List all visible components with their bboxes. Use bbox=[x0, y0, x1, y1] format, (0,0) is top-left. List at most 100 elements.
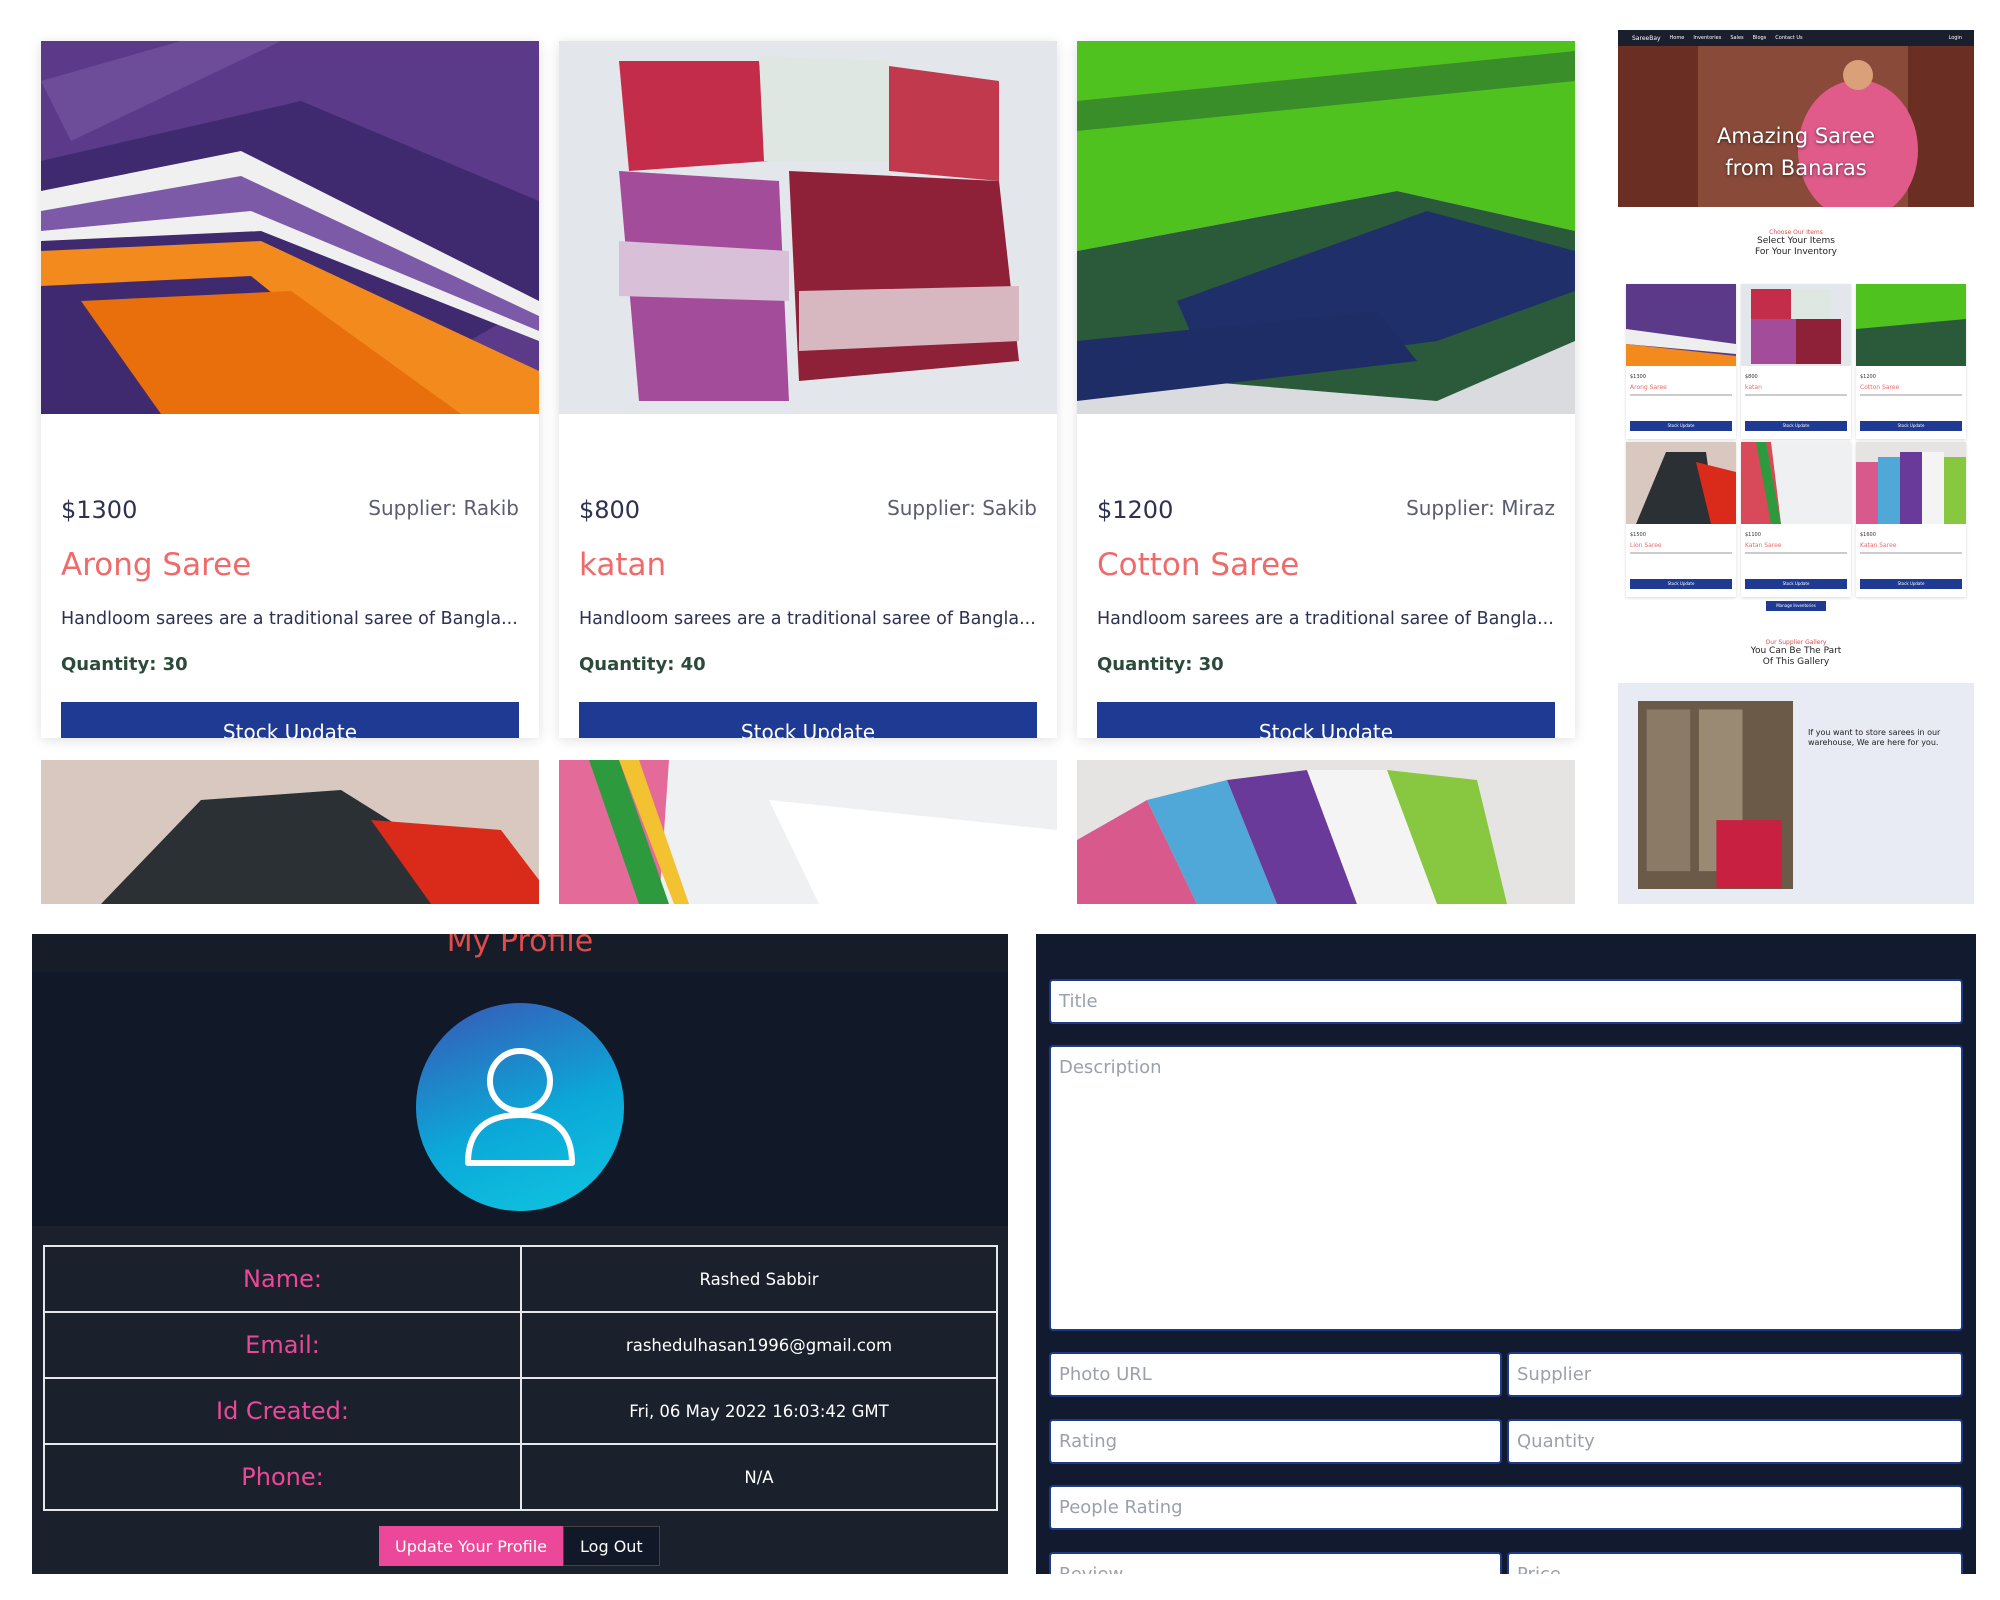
manage-inventories-button: Manage Inventories bbox=[1766, 601, 1826, 611]
product-image bbox=[1077, 41, 1575, 414]
hero-title-line: from Banaras bbox=[1725, 156, 1867, 180]
field-label: Name: bbox=[43, 1245, 522, 1313]
product-supplier: Supplier: Rakib bbox=[368, 496, 519, 520]
mini-product-card: $1200 Cotton Saree Stock Update bbox=[1856, 284, 1966, 439]
mini-product-card: $1100 Katan Saree Stock Update bbox=[1741, 442, 1851, 597]
profile-actions: Update Your Profile Log Out bbox=[379, 1526, 660, 1566]
warehouse-text: If you want to store sarees in our wareh… bbox=[1808, 728, 1941, 747]
section-heading: You Can Be The Part bbox=[1750, 646, 1842, 656]
product-price: $800 bbox=[579, 496, 641, 524]
photo-url-input[interactable] bbox=[1049, 1352, 1502, 1397]
product-card: $1300 Supplier: Rakib Arong Saree Handlo… bbox=[41, 41, 539, 738]
stock-update-button[interactable]: Stock Update bbox=[1097, 702, 1555, 738]
product-image bbox=[41, 760, 539, 904]
mini-title: Lion Saree bbox=[1630, 542, 1662, 549]
table-row: Name: Rashed Sabbir bbox=[43, 1245, 998, 1313]
product-price: $1200 bbox=[1097, 496, 1174, 524]
stock-update-button[interactable]: Stock Update bbox=[61, 702, 519, 738]
mini-description bbox=[1860, 552, 1962, 554]
rating-input[interactable] bbox=[1049, 1419, 1502, 1464]
user-icon bbox=[465, 1048, 575, 1166]
nav-item: Login bbox=[1948, 35, 1963, 41]
product-quantity: Quantity: 40 bbox=[579, 654, 706, 675]
update-profile-button[interactable]: Update Your Profile bbox=[379, 1526, 564, 1566]
mini-price: $1600 bbox=[1860, 532, 1876, 538]
nav-item: Inventories bbox=[1693, 35, 1722, 41]
title-input[interactable] bbox=[1049, 979, 1963, 1024]
product-description: Handloom sarees are a traditional saree … bbox=[1097, 609, 1554, 629]
mini-product-card: $1500 Lion Saree Stock Update bbox=[1626, 442, 1736, 597]
supplier-input[interactable] bbox=[1507, 1352, 1963, 1397]
section-heading: For Your Inventory bbox=[1755, 247, 1837, 257]
avatar bbox=[416, 1003, 624, 1211]
mini-title: Cotton Saree bbox=[1860, 384, 1900, 391]
profile-info-table: Name: Rashed Sabbir Email: rashedulhasan… bbox=[43, 1245, 998, 1511]
field-label: Phone: bbox=[43, 1443, 522, 1511]
nav-item: Blogs bbox=[1752, 35, 1767, 41]
people-rating-input[interactable] bbox=[1049, 1485, 1963, 1530]
table-row: Phone: N/A bbox=[43, 1443, 998, 1511]
brand-logo: SareeBay bbox=[1632, 34, 1661, 42]
product-quantity: Quantity: 30 bbox=[61, 654, 188, 675]
product-image bbox=[559, 760, 1057, 904]
mini-stock-button: Stock Update bbox=[1745, 579, 1847, 589]
table-row: Id Created: Fri, 06 May 2022 16:03:42 GM… bbox=[43, 1377, 998, 1445]
field-value: rashedulhasan1996@gmail.com bbox=[520, 1311, 998, 1379]
nav-item: Home bbox=[1669, 35, 1685, 41]
product-quantity: Quantity: 30 bbox=[1097, 654, 1224, 675]
hero-banner: SareeBay Home Inventories Sales Blogs Co… bbox=[1618, 30, 1974, 207]
mini-product-card: $800 katan Stock Update bbox=[1741, 284, 1851, 439]
stock-update-button[interactable]: Stock Update bbox=[579, 702, 1037, 738]
table-row: Email: rashedulhasan1996@gmail.com bbox=[43, 1311, 998, 1379]
product-price: $1300 bbox=[61, 496, 138, 524]
mini-title: katan bbox=[1745, 384, 1762, 391]
profile-header: My Profile bbox=[32, 934, 1008, 972]
quantity-input[interactable] bbox=[1507, 1419, 1963, 1464]
mini-description bbox=[1860, 394, 1962, 396]
review-input[interactable] bbox=[1049, 1552, 1502, 1574]
product-supplier: Supplier: Miraz bbox=[1406, 496, 1555, 520]
section-heading: Of This Gallery bbox=[1762, 657, 1830, 667]
product-card: $1200 Supplier: Miraz Cotton Saree Handl… bbox=[1077, 41, 1575, 738]
supplier-gallery: If you want to store sarees in our wareh… bbox=[1618, 683, 1974, 904]
homepage-thumbnail: SareeBay Home Inventories Sales Blogs Co… bbox=[1618, 30, 1974, 904]
nav-item: Contact Us bbox=[1775, 35, 1803, 41]
field-label: Id Created: bbox=[43, 1377, 522, 1445]
price-input[interactable] bbox=[1507, 1552, 1963, 1574]
product-title: Arong Saree bbox=[61, 547, 252, 583]
product-description: Handloom sarees are a traditional saree … bbox=[61, 609, 518, 629]
profile-title: My Profile bbox=[446, 934, 594, 959]
product-image bbox=[41, 41, 539, 414]
field-label: Email: bbox=[43, 1311, 522, 1379]
mini-description bbox=[1630, 552, 1732, 554]
mini-product-card: $1600 Katan Saree Stock Update bbox=[1856, 442, 1966, 597]
product-description: Handloom sarees are a traditional saree … bbox=[579, 609, 1036, 629]
add-item-form bbox=[1036, 934, 1976, 1574]
mini-stock-button: Stock Update bbox=[1860, 421, 1962, 431]
mini-stock-button: Stock Update bbox=[1745, 421, 1847, 431]
nav-item: Sales bbox=[1730, 35, 1744, 41]
mini-product-card: $1300 Arong Saree Stock Update bbox=[1626, 284, 1736, 439]
product-title: katan bbox=[579, 547, 667, 583]
mini-price: $1500 bbox=[1630, 532, 1646, 538]
product-image bbox=[1077, 760, 1575, 904]
mini-stock-button: Stock Update bbox=[1630, 579, 1732, 589]
logout-button[interactable]: Log Out bbox=[563, 1526, 660, 1566]
mini-description bbox=[1745, 552, 1847, 554]
warehouse-image bbox=[1638, 701, 1793, 889]
mini-price: $1100 bbox=[1745, 532, 1761, 538]
hero-title-line: Amazing Saree bbox=[1716, 124, 1876, 148]
mini-price: $1200 bbox=[1860, 374, 1876, 380]
description-textarea[interactable] bbox=[1049, 1045, 1963, 1331]
field-value: Fri, 06 May 2022 16:03:42 GMT bbox=[520, 1377, 998, 1445]
mini-description bbox=[1630, 394, 1732, 396]
mini-title: Arong Saree bbox=[1630, 384, 1667, 391]
mini-title: Katan Saree bbox=[1860, 542, 1897, 549]
product-card: $800 Supplier: Sakib katan Handloom sare… bbox=[559, 41, 1057, 738]
field-value: Rashed Sabbir bbox=[520, 1245, 998, 1313]
mini-stock-button: Stock Update bbox=[1630, 421, 1732, 431]
mini-price: $1300 bbox=[1630, 374, 1646, 380]
section-heading: Select Your Items bbox=[1757, 236, 1835, 246]
profile-panel: My Profile Name: Rashed Sabbir Email: ra… bbox=[32, 934, 1008, 1574]
product-image bbox=[559, 41, 1057, 414]
